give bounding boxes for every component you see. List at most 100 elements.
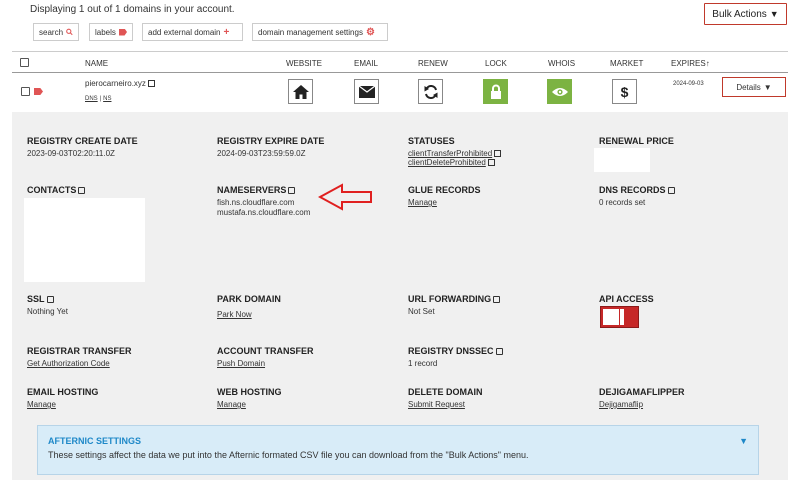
- domains-count-text: Displaying 1 out of 1 domains in your ac…: [30, 4, 235, 15]
- park-domain-section: PARK DOMAIN Park Now: [217, 294, 281, 319]
- dns-records-label: DNS RECORDS: [599, 185, 666, 195]
- details-button[interactable]: Details ▼: [722, 77, 786, 97]
- registry-expire-date-value: 2024-09-03T23:59:59.0Z: [217, 149, 306, 158]
- add-external-label: add external domain: [148, 27, 221, 37]
- market-button[interactable]: $: [612, 79, 637, 104]
- edit-icon[interactable]: [495, 348, 503, 355]
- email-hosting-manage-link[interactable]: Manage: [27, 400, 56, 409]
- labels-label: labels: [95, 27, 116, 37]
- edit-icon[interactable]: [78, 187, 86, 194]
- search-label: search: [39, 27, 64, 37]
- ssl-value: Nothing Yet: [27, 307, 68, 316]
- ssl-section: SSL Nothing Yet: [27, 294, 68, 316]
- whois-button[interactable]: [547, 79, 572, 104]
- nameserver-2: mustafa.ns.cloudflare.com: [217, 208, 311, 217]
- edit-icon[interactable]: [667, 187, 675, 194]
- ns-link[interactable]: NS: [103, 96, 111, 102]
- details-label: Details: [736, 82, 761, 92]
- dejigamaflipper-section: DEJIGAMAFLIPPER Dejigamaflip: [599, 387, 685, 409]
- settings-label: domain management settings: [258, 27, 363, 37]
- home-icon: [292, 84, 309, 99]
- edit-icon[interactable]: [493, 296, 501, 303]
- domain-row-checkbox[interactable]: [21, 87, 30, 96]
- plus-icon: +: [223, 26, 230, 38]
- park-now-link[interactable]: Park Now: [217, 310, 252, 319]
- domain-name-link[interactable]: pierocarneiro.xyz: [85, 79, 155, 88]
- push-domain-link[interactable]: Push Domain: [217, 359, 265, 368]
- toggle-knob: [603, 309, 619, 325]
- edit-icon[interactable]: [288, 187, 296, 194]
- domain-sublinks: DNS | NS: [85, 93, 111, 102]
- registry-dnssec-value: 1 record: [408, 359, 438, 368]
- external-link-icon: [147, 80, 155, 87]
- sort-up-icon: ↑: [705, 59, 710, 68]
- get-auth-code-link[interactable]: Get Authorization Code: [27, 359, 110, 368]
- dejigamaflipper-label: DEJIGAMAFLIPPER: [599, 387, 685, 397]
- web-hosting-manage-link[interactable]: Manage: [217, 400, 246, 409]
- lock-icon: [490, 84, 501, 99]
- col-header-renew: RENEW: [418, 59, 448, 68]
- registry-create-date-section: REGISTRY CREATE DATE 2023-09-03T02:20:11…: [27, 136, 138, 158]
- url-forwarding-section: URL FORWARDING Not Set: [408, 294, 501, 316]
- dns-records-section: DNS RECORDS 0 records set: [599, 185, 675, 207]
- col-header-name[interactable]: NAME: [85, 59, 108, 68]
- glue-records-label: GLUE RECORDS: [408, 185, 481, 195]
- status-link-delete[interactable]: clientDeleteProhibited: [408, 158, 486, 167]
- caret-down-icon: ▼: [763, 82, 772, 92]
- refresh-icon: [424, 84, 437, 99]
- email-button[interactable]: [354, 79, 379, 104]
- gear-icon: ⚙: [365, 26, 375, 38]
- dejigamaflip-link[interactable]: Dejigamaflip: [599, 400, 643, 409]
- bulk-actions-button[interactable]: Bulk Actions ▼: [704, 3, 787, 25]
- glue-records-manage-link[interactable]: Manage: [408, 198, 437, 207]
- red-arrow-annotation: [318, 183, 372, 211]
- api-access-label: API ACCESS: [599, 294, 654, 304]
- web-hosting-label: WEB HOSTING: [217, 387, 282, 397]
- delete-domain-label: DELETE DOMAIN: [408, 387, 483, 397]
- statuses-section: STATUSES clientTransferProhibited client…: [408, 136, 502, 167]
- park-domain-label: PARK DOMAIN: [217, 294, 281, 304]
- contacts-label: CONTACTS: [27, 185, 77, 195]
- submit-request-link[interactable]: Submit Request: [408, 400, 465, 409]
- registry-create-date-value: 2023-09-03T02:20:11.0Z: [27, 149, 115, 158]
- select-all-checkbox[interactable]: [20, 58, 29, 67]
- registrar-transfer-section: REGISTRAR TRANSFER Get Authorization Cod…: [27, 346, 132, 368]
- add-external-domain-button[interactable]: add external domain +: [142, 23, 243, 41]
- contacts-redacted-box: [24, 198, 145, 282]
- edit-icon[interactable]: [46, 296, 54, 303]
- website-button[interactable]: [288, 79, 313, 104]
- col-header-expires[interactable]: EXPIRES↑: [671, 59, 710, 68]
- status-link-transfer[interactable]: clientTransferProhibited: [408, 149, 492, 158]
- domain-tag-icon[interactable]: [34, 88, 43, 95]
- col-header-website: WEBSITE: [286, 59, 323, 68]
- search-icon: [66, 28, 73, 36]
- registry-expire-date-label: REGISTRY EXPIRE DATE: [217, 136, 325, 146]
- api-access-toggle[interactable]: [600, 306, 639, 328]
- col-header-market: MARKET: [610, 59, 644, 68]
- renew-button[interactable]: [418, 79, 443, 104]
- col-header-whois: WHOIS: [548, 59, 576, 68]
- account-transfer-label: ACCOUNT TRANSFER: [217, 346, 314, 356]
- dns-records-value: 0 records set: [599, 198, 646, 207]
- labels-button[interactable]: labels: [89, 23, 133, 41]
- account-transfer-section: ACCOUNT TRANSFER Push Domain: [217, 346, 314, 368]
- lock-button[interactable]: [483, 79, 508, 104]
- renewal-price-label: RENEWAL PRICE: [599, 136, 674, 146]
- domain-management-settings-button[interactable]: domain management settings ⚙: [252, 23, 388, 41]
- col-header-email: EMAIL: [354, 59, 379, 68]
- url-forwarding-value: Not Set: [408, 307, 435, 316]
- renewal-price-value-redacted: [594, 148, 650, 172]
- col-header-lock: LOCK: [485, 59, 507, 68]
- search-button[interactable]: search: [33, 23, 79, 41]
- expires-label: EXPIRES: [671, 59, 706, 68]
- afternic-settings-panel[interactable]: AFTERNIC SETTINGS These settings affect …: [37, 425, 759, 475]
- dns-link[interactable]: DNS: [85, 96, 98, 102]
- domain-expires-date: 2024-09-03: [673, 81, 704, 87]
- afternic-title: AFTERNIC SETTINGS: [48, 436, 142, 446]
- external-link-icon: [487, 159, 495, 166]
- dollar-icon: $: [620, 83, 629, 100]
- web-hosting-section: WEB HOSTING Manage: [217, 387, 282, 409]
- tag-icon: [118, 28, 127, 36]
- registry-dnssec-label: REGISTRY DNSSEC: [408, 346, 494, 356]
- caret-down-icon[interactable]: ▼: [739, 436, 748, 446]
